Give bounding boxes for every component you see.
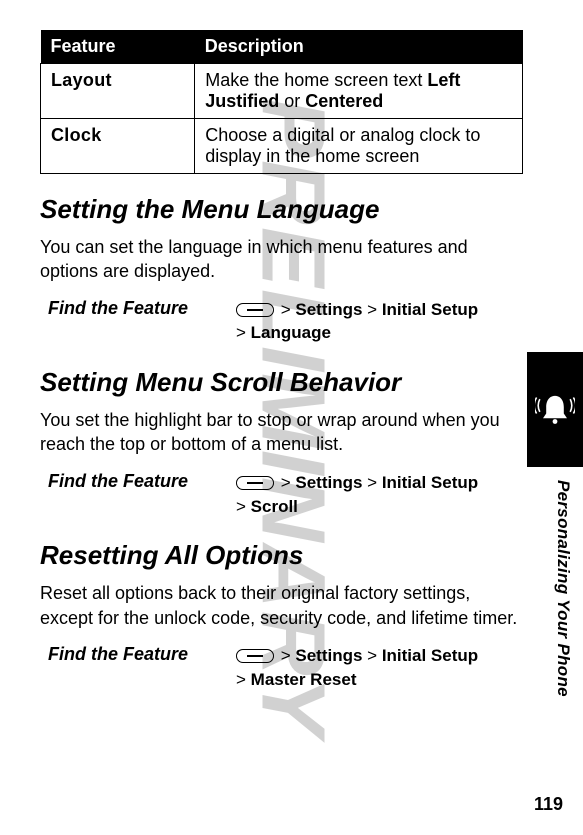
sep: >	[236, 323, 251, 342]
page-number: 119	[534, 794, 563, 815]
body-scroll: You set the highlight bar to stop or wra…	[40, 408, 523, 457]
sep: >	[276, 300, 295, 319]
sep: >	[276, 473, 295, 492]
heading-scroll: Setting Menu Scroll Behavior	[40, 367, 523, 398]
body-language: You can set the language in which menu f…	[40, 235, 523, 284]
sep: >	[362, 300, 381, 319]
description-cell-layout: Make the home screen text Left Justified…	[195, 64, 523, 119]
sep: >	[362, 646, 381, 665]
find-feature-language: Find the Feature > Settings > Initial Se…	[48, 298, 523, 346]
nav-step: Language	[251, 323, 331, 342]
nav-path-language: > Settings > Initial Setup > Language	[236, 298, 478, 346]
nav-step: Settings	[295, 473, 362, 492]
table-row: Layout Make the home screen text Left Ju…	[41, 64, 523, 119]
find-feature-label: Find the Feature	[48, 644, 218, 665]
description-cell-clock: Choose a digital or analog clock to disp…	[195, 119, 523, 174]
feature-cell-clock: Clock	[41, 119, 195, 174]
body-reset: Reset all options back to their original…	[40, 581, 523, 630]
table-row: Clock Choose a digital or analog clock t…	[41, 119, 523, 174]
menu-key-icon	[236, 649, 274, 663]
desc-conj: or	[279, 91, 305, 111]
nav-path-reset: > Settings > Initial Setup > Master Rese…	[236, 644, 478, 692]
nav-step: Initial Setup	[382, 646, 478, 665]
side-tab	[527, 352, 583, 467]
menu-key-icon	[236, 303, 274, 317]
find-feature-reset: Find the Feature > Settings > Initial Se…	[48, 644, 523, 692]
nav-step: Settings	[295, 300, 362, 319]
sep: >	[236, 670, 251, 689]
table-header-row: Feature Description	[41, 30, 523, 64]
nav-step: Initial Setup	[382, 473, 478, 492]
heading-language: Setting the Menu Language	[40, 194, 523, 225]
header-description: Description	[195, 30, 523, 64]
sep: >	[362, 473, 381, 492]
heading-reset: Resetting All Options	[40, 540, 523, 571]
menu-key-icon	[236, 476, 274, 490]
desc-text: Make the home screen text	[205, 70, 427, 90]
find-feature-scroll: Find the Feature > Settings > Initial Se…	[48, 471, 523, 519]
feature-description-table: Feature Description Layout Make the home…	[40, 30, 523, 174]
header-feature: Feature	[41, 30, 195, 64]
chapter-side-label: Personalizing Your Phone	[553, 480, 573, 697]
nav-step: Settings	[295, 646, 362, 665]
find-feature-label: Find the Feature	[48, 471, 218, 492]
desc-option: Centered	[305, 91, 383, 111]
sep: >	[236, 497, 251, 516]
nav-step: Initial Setup	[382, 300, 478, 319]
sep: >	[276, 646, 295, 665]
nav-path-scroll: > Settings > Initial Setup > Scroll	[236, 471, 478, 519]
feature-cell-layout: Layout	[41, 64, 195, 119]
nav-step: Master Reset	[251, 670, 357, 689]
ringing-bell-icon	[535, 387, 575, 432]
find-feature-label: Find the Feature	[48, 298, 218, 319]
nav-step: Scroll	[251, 497, 298, 516]
